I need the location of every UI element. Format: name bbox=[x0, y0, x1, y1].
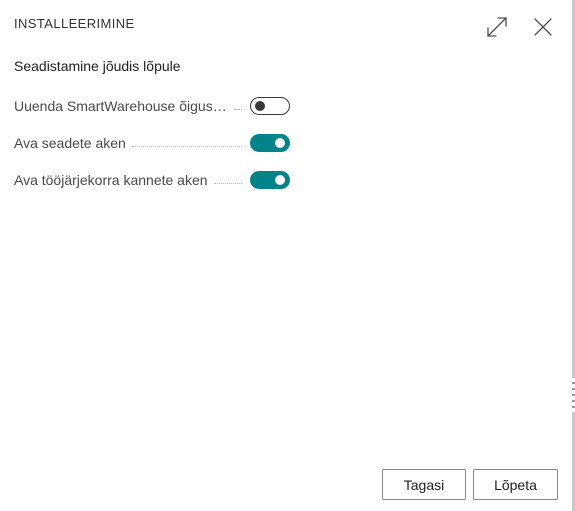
expand-icon[interactable] bbox=[484, 14, 510, 40]
setup-dialog: INSTALLEERIMINE Seadistamine jõudis lõpu… bbox=[0, 0, 575, 511]
back-button[interactable]: Tagasi bbox=[382, 469, 466, 500]
field-open-job-queue-window: Ava tööjärjekorra kannete aken bbox=[14, 169, 290, 191]
field-leader-dots bbox=[213, 171, 242, 184]
close-icon[interactable] bbox=[530, 14, 556, 40]
dialog-caption: INSTALLEERIMINE bbox=[14, 16, 135, 31]
toggle-knob bbox=[275, 175, 285, 185]
field-label: Ava tööjärjekorra kannete aken bbox=[14, 172, 208, 188]
toggle-knob bbox=[275, 138, 285, 148]
field-leader-dots bbox=[131, 134, 242, 147]
open-settings-window-toggle[interactable] bbox=[250, 134, 290, 152]
finish-button[interactable]: Lõpeta bbox=[473, 469, 558, 500]
field-update-smartwarehouse: Uuenda SmartWarehouse õigust... bbox=[14, 95, 290, 117]
toggle-knob bbox=[255, 101, 265, 111]
update-smartwarehouse-toggle[interactable] bbox=[250, 97, 290, 115]
field-open-settings-window: Ava seadete aken bbox=[14, 132, 290, 154]
field-leader-dots bbox=[234, 97, 242, 110]
open-job-queue-window-toggle[interactable] bbox=[250, 171, 290, 189]
dialog-subtitle: Seadistamine jõudis lõpule bbox=[14, 58, 181, 74]
field-label: Ava seadete aken bbox=[14, 135, 126, 151]
field-label: Uuenda SmartWarehouse õigust... bbox=[14, 98, 228, 114]
